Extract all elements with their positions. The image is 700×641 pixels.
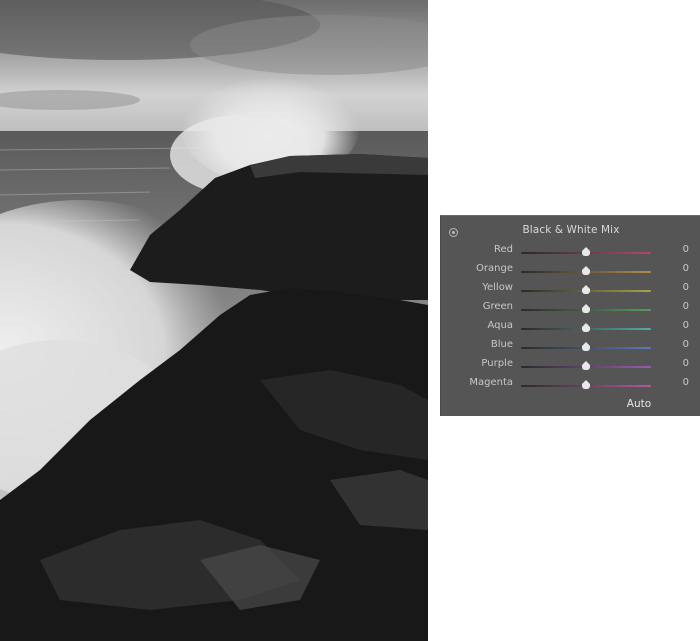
slider-row-blue: Blue 0	[441, 337, 700, 356]
slider-thumb[interactable]	[582, 285, 590, 294]
slider-row-orange: Orange 0	[441, 261, 700, 280]
slider-value[interactable]: 0	[677, 244, 689, 255]
slider-label: Magenta	[469, 377, 513, 388]
slider-thumb[interactable]	[582, 323, 590, 332]
black-and-white-photo	[0, 0, 428, 641]
slider-row-magenta: Magenta 0	[441, 375, 700, 394]
slider-thumb[interactable]	[582, 380, 590, 389]
slider-thumb[interactable]	[582, 304, 590, 313]
slider-label: Yellow	[482, 282, 513, 293]
panel-title: Black & White Mix	[522, 224, 620, 236]
slider-label: Green	[482, 301, 513, 312]
slider-value[interactable]: 0	[677, 282, 689, 293]
slider-thumb[interactable]	[582, 266, 590, 275]
slider-value[interactable]: 0	[677, 301, 689, 312]
slider-row-aqua: Aqua 0	[441, 318, 700, 337]
slider-row-yellow: Yellow 0	[441, 280, 700, 299]
slider-label: Purple	[481, 358, 513, 369]
slider-label: Aqua	[487, 320, 513, 331]
slider-value[interactable]: 0	[677, 358, 689, 369]
slider-row-green: Green 0	[441, 299, 700, 318]
slider-label: Orange	[476, 263, 513, 274]
slider-row-purple: Purple 0	[441, 356, 700, 375]
slider-label: Blue	[490, 339, 513, 350]
slider-value[interactable]: 0	[677, 377, 689, 388]
slider-value[interactable]: 0	[677, 320, 689, 331]
slider-label: Red	[494, 244, 513, 255]
slider-thumb[interactable]	[582, 342, 590, 351]
slider-row-red: Red 0	[441, 242, 700, 261]
slider-thumb[interactable]	[582, 247, 590, 256]
slider-value[interactable]: 0	[677, 263, 689, 274]
black-white-mix-panel: Black & White Mix Red 0 Orange 0 Yellow …	[440, 215, 700, 416]
auto-button[interactable]: Auto	[619, 396, 659, 412]
slider-value[interactable]: 0	[677, 339, 689, 350]
slider-thumb[interactable]	[582, 361, 590, 370]
